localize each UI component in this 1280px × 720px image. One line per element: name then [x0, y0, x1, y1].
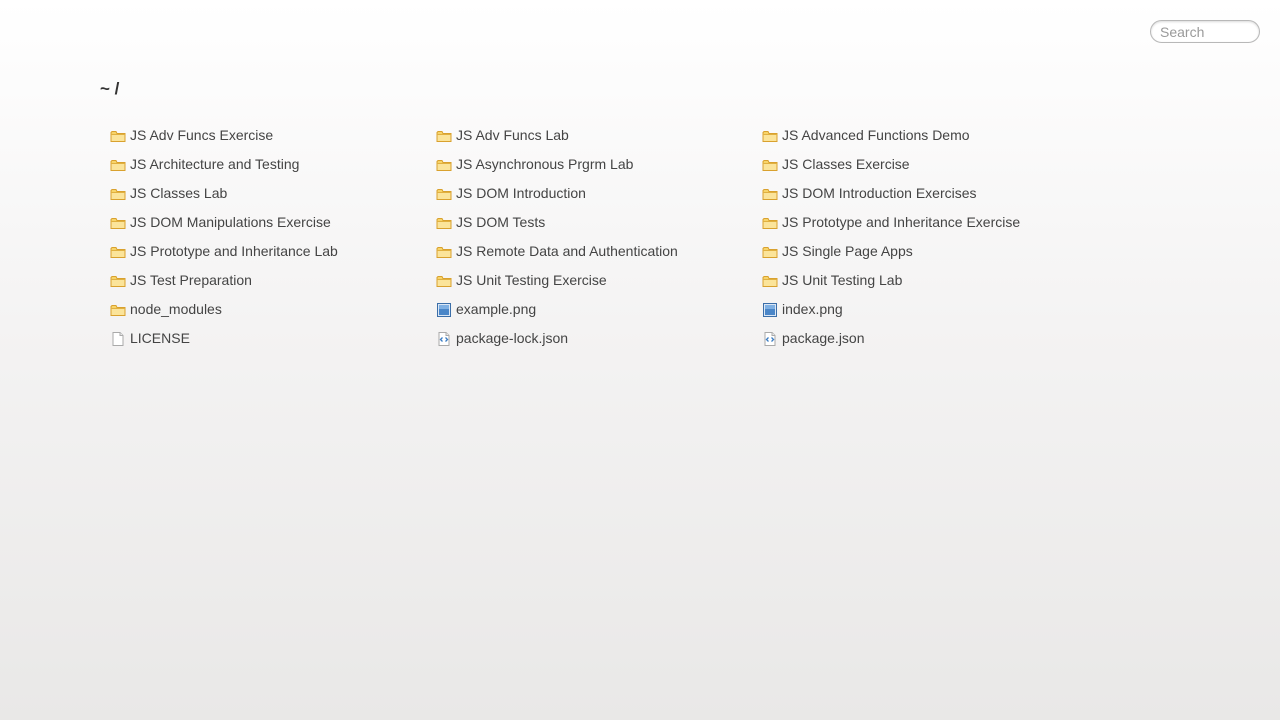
list-item[interactable]: package.json: [762, 323, 1088, 352]
list-item[interactable]: JS Prototype and Inheritance Exercise: [762, 207, 1088, 236]
folder-icon: [762, 186, 778, 202]
search-box: [1150, 20, 1260, 43]
folder-icon: [110, 128, 126, 144]
folder-icon: [762, 215, 778, 231]
folder-icon: [110, 215, 126, 231]
folder-icon: [110, 157, 126, 173]
list-item[interactable]: JS DOM Introduction: [436, 178, 762, 207]
list-item[interactable]: JS Adv Funcs Exercise: [110, 120, 436, 149]
image-icon: [436, 302, 452, 318]
folder-icon: [436, 128, 452, 144]
list-item[interactable]: package-lock.json: [436, 323, 762, 352]
list-item[interactable]: index.png: [762, 294, 1088, 323]
list-item[interactable]: JS Classes Exercise: [762, 149, 1088, 178]
list-item[interactable]: JS DOM Tests: [436, 207, 762, 236]
file-name[interactable]: JS DOM Introduction Exercises: [782, 185, 977, 201]
list-item[interactable]: JS Unit Testing Exercise: [436, 265, 762, 294]
list-item[interactable]: JS DOM Manipulations Exercise: [110, 207, 436, 236]
folder-icon: [436, 244, 452, 260]
list-item[interactable]: JS Test Preparation: [110, 265, 436, 294]
file-name[interactable]: JS Unit Testing Exercise: [456, 272, 607, 288]
code-file-icon: [762, 331, 778, 347]
folder-icon: [436, 215, 452, 231]
list-item[interactable]: example.png: [436, 294, 762, 323]
folder-icon: [436, 273, 452, 289]
list-item[interactable]: JS Advanced Functions Demo: [762, 120, 1088, 149]
file-name[interactable]: JS Unit Testing Lab: [782, 272, 902, 288]
folder-icon: [110, 244, 126, 260]
list-item[interactable]: LICENSE: [110, 323, 436, 352]
folder-icon: [762, 157, 778, 173]
folder-icon: [762, 128, 778, 144]
file-name[interactable]: JS Prototype and Inheritance Exercise: [782, 214, 1020, 230]
file-name[interactable]: JS Single Page Apps: [782, 243, 913, 259]
list-item[interactable]: JS Prototype and Inheritance Lab: [110, 236, 436, 265]
file-icon: [110, 331, 126, 347]
folder-icon: [762, 244, 778, 260]
folder-icon: [110, 273, 126, 289]
list-item[interactable]: JS Architecture and Testing: [110, 149, 436, 178]
file-list: JS Adv Funcs Exercise JS Adv Funcs Lab J…: [110, 120, 1100, 352]
file-name[interactable]: JS Prototype and Inheritance Lab: [130, 243, 338, 259]
file-name[interactable]: JS Classes Exercise: [782, 156, 910, 172]
file-name[interactable]: JS Test Preparation: [130, 272, 252, 288]
file-name[interactable]: JS Classes Lab: [130, 185, 227, 201]
file-name[interactable]: JS Adv Funcs Exercise: [130, 127, 273, 143]
image-icon: [762, 302, 778, 318]
list-item[interactable]: JS Remote Data and Authentication: [436, 236, 762, 265]
file-name[interactable]: JS Remote Data and Authentication: [456, 243, 678, 259]
list-item[interactable]: JS Unit Testing Lab: [762, 265, 1088, 294]
file-name[interactable]: node_modules: [130, 301, 222, 317]
file-name[interactable]: JS DOM Tests: [456, 214, 545, 230]
file-name[interactable]: package-lock.json: [456, 330, 568, 346]
breadcrumb-path: ~ /: [100, 79, 120, 98]
folder-icon: [436, 157, 452, 173]
file-name[interactable]: JS Advanced Functions Demo: [782, 127, 970, 143]
file-name[interactable]: package.json: [782, 330, 865, 346]
file-name[interactable]: JS DOM Introduction: [456, 185, 586, 201]
folder-icon: [762, 273, 778, 289]
code-file-icon: [436, 331, 452, 347]
file-name[interactable]: LICENSE: [130, 330, 190, 346]
list-item[interactable]: JS Single Page Apps: [762, 236, 1088, 265]
breadcrumb: ~ /: [100, 79, 119, 99]
folder-icon: [110, 302, 126, 318]
list-item[interactable]: node_modules: [110, 294, 436, 323]
folder-icon: [110, 186, 126, 202]
file-name[interactable]: JS Architecture and Testing: [130, 156, 299, 172]
folder-icon: [436, 186, 452, 202]
list-item[interactable]: JS Asynchronous Prgrm Lab: [436, 149, 762, 178]
list-item[interactable]: JS Adv Funcs Lab: [436, 120, 762, 149]
file-name[interactable]: JS Adv Funcs Lab: [456, 127, 569, 143]
file-name[interactable]: example.png: [456, 301, 536, 317]
list-item[interactable]: JS Classes Lab: [110, 178, 436, 207]
file-name[interactable]: index.png: [782, 301, 843, 317]
file-name[interactable]: JS DOM Manipulations Exercise: [130, 214, 331, 230]
list-item[interactable]: JS DOM Introduction Exercises: [762, 178, 1088, 207]
search-input[interactable]: [1150, 20, 1260, 43]
file-name[interactable]: JS Asynchronous Prgrm Lab: [456, 156, 633, 172]
